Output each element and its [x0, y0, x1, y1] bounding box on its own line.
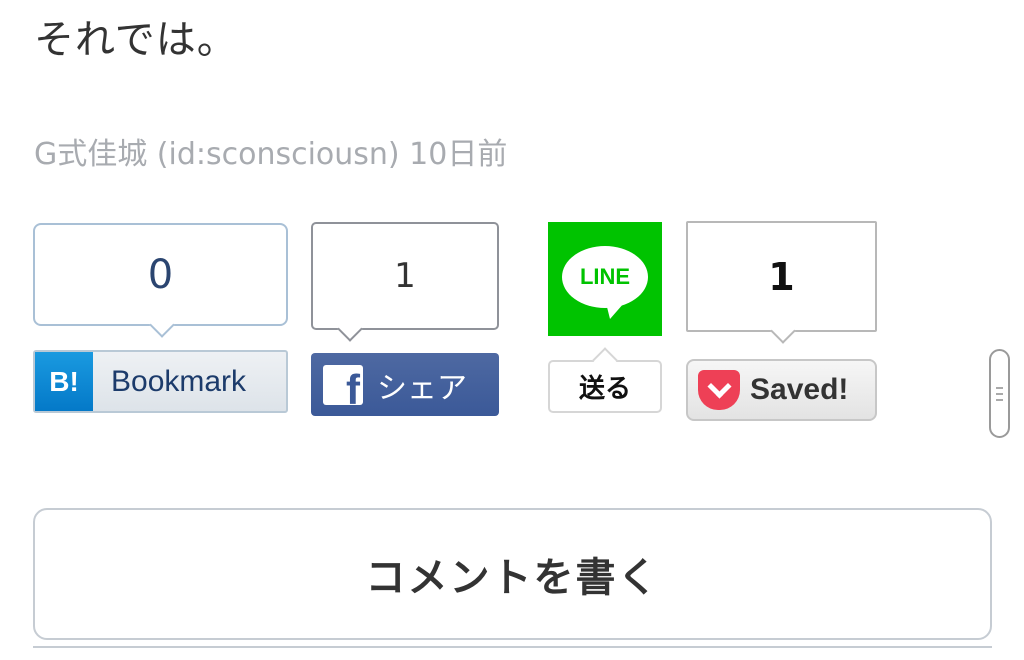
hatena-bookmark-icon: B!	[35, 352, 93, 411]
hatena-bookmark-label: Bookmark	[111, 364, 247, 398]
post-author-meta: G式佳城 (id:sconsciousn) 10日前	[34, 137, 508, 172]
write-comment-button[interactable]: コメントを書く	[33, 508, 992, 640]
post-closing-text: それでは。	[34, 17, 238, 63]
write-comment-label: コメントを書く	[365, 555, 660, 601]
facebook-share-button[interactable]: f シェア	[311, 353, 499, 416]
grip-line	[996, 386, 1003, 389]
facebook-share-label: シェア	[377, 370, 467, 406]
facebook-count-value: 1	[394, 256, 416, 296]
line-send-label: 送る	[578, 374, 631, 404]
pocket-save-button[interactable]: Saved!	[686, 359, 877, 421]
line-bubble: LINE	[562, 246, 648, 319]
pocket-count-tail	[770, 318, 796, 344]
pocket-count-value: 1	[768, 254, 795, 299]
grip-line	[996, 392, 1003, 395]
pocket-save-label: Saved!	[750, 373, 849, 406]
line-logo-text: LINE	[579, 264, 631, 289]
hatena-count-value: 0	[147, 251, 174, 298]
grip-line	[996, 398, 1003, 401]
facebook-count-tail	[337, 316, 363, 342]
scroll-handle[interactable]	[989, 349, 1010, 438]
pocket-icon	[698, 370, 740, 410]
hatena-bookmark-button[interactable]: B! Bookmark	[33, 350, 288, 413]
pocket-save-count[interactable]: 1	[686, 221, 877, 344]
hatena-bookmark-count[interactable]: 0	[33, 223, 288, 338]
divider	[33, 646, 992, 648]
line-icon[interactable]: LINE	[548, 222, 662, 336]
facebook-icon: f	[323, 364, 363, 405]
hatena-count-tail	[149, 312, 175, 338]
facebook-share-count[interactable]: 1	[311, 222, 499, 342]
